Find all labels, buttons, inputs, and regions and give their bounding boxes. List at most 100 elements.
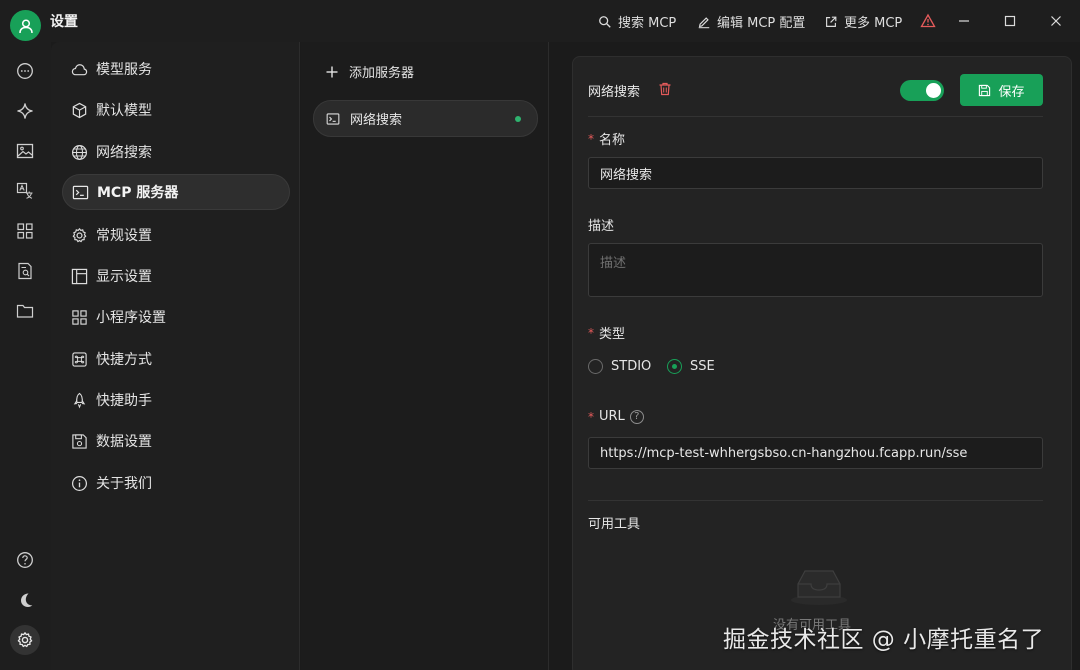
help-icon	[16, 551, 34, 569]
search-mcp-button[interactable]: 搜索 MCP	[598, 12, 676, 31]
grid-icon	[71, 309, 96, 326]
delete-server-button[interactable]	[658, 82, 672, 96]
rail-apps[interactable]	[13, 219, 37, 243]
url-input[interactable]	[588, 437, 1043, 469]
description-label: 描述	[588, 215, 614, 234]
radio-circle-checked	[667, 359, 682, 374]
save-icon	[71, 433, 96, 450]
tools-label: 可用工具	[588, 513, 640, 532]
server-item[interactable]: 网络搜索	[313, 100, 538, 137]
required-mark: *	[588, 131, 594, 146]
radio-label: SSE	[690, 359, 715, 374]
close-icon	[1050, 15, 1062, 27]
gear-icon	[16, 631, 34, 649]
menu-item-default-model[interactable]: 默认模型	[62, 92, 290, 128]
title-bar: 设置 搜索 MCP 编辑 MCP 配置 更多 MCP	[0, 0, 1080, 42]
menu-item-web-search[interactable]: 网络搜索	[62, 134, 290, 170]
main-panel: 网络搜索 保存 * 名称 描述 * 类型	[550, 42, 1080, 670]
server-status-dot	[515, 116, 521, 122]
required-mark: *	[588, 325, 594, 340]
external-link-icon	[824, 15, 838, 29]
folder-icon	[16, 302, 34, 320]
gear-icon	[71, 227, 96, 244]
menu-item-label: MCP 服务器	[97, 185, 179, 201]
info-icon	[71, 475, 96, 492]
name-input[interactable]	[588, 157, 1043, 189]
menu-item-label: 快捷助手	[96, 393, 152, 409]
rail-files[interactable]	[13, 299, 37, 323]
name-label: * 名称	[588, 129, 625, 149]
icon-rail	[0, 42, 51, 670]
edit-icon	[697, 15, 711, 29]
maximize-icon	[1004, 15, 1016, 27]
server-enabled-toggle[interactable]	[900, 80, 944, 101]
save-button[interactable]: 保存	[960, 74, 1043, 106]
add-server-label: 添加服务器	[349, 66, 415, 81]
plus-icon	[325, 65, 339, 79]
rail-translate[interactable]	[13, 179, 37, 203]
type-radio-sse[interactable]: SSE	[667, 359, 715, 374]
cloud-icon	[71, 61, 96, 78]
rail-agents[interactable]	[13, 99, 37, 123]
chat-icon	[16, 62, 34, 80]
user-icon	[17, 17, 35, 35]
question-icon[interactable]: ?	[629, 409, 644, 424]
server-list: 添加服务器 网络搜索	[301, 42, 549, 670]
layout-icon	[71, 268, 96, 285]
rail-knowledge[interactable]	[13, 259, 37, 283]
rocket-icon	[71, 392, 96, 409]
menu-item-label: 关于我们	[96, 476, 152, 492]
menu-item-shortcuts[interactable]: 快捷方式	[62, 341, 290, 377]
rail-help[interactable]	[13, 548, 37, 572]
description-label-text: 描述	[588, 219, 615, 234]
terminal-icon	[326, 112, 340, 126]
rail-settings[interactable]	[10, 625, 40, 655]
menu-item-label: 模型服务	[96, 62, 152, 78]
edit-mcp-config-button[interactable]: 编辑 MCP 配置	[697, 12, 805, 31]
type-radio-stdio[interactable]: STDIO	[588, 359, 651, 374]
divider	[588, 116, 1043, 117]
globe-icon	[71, 144, 96, 161]
more-mcp-button[interactable]: 更多 MCP	[824, 12, 902, 31]
menu-item-about[interactable]: 关于我们	[62, 465, 290, 501]
rail-theme[interactable]	[13, 588, 37, 612]
menu-item-label: 网络搜索	[96, 145, 152, 161]
rail-chat[interactable]	[13, 59, 37, 83]
radio-label: STDIO	[611, 359, 652, 374]
rail-images[interactable]	[13, 139, 37, 163]
trash-icon	[658, 82, 672, 96]
menu-item-quick-assistant[interactable]: 快捷助手	[62, 382, 290, 418]
file-search-icon	[16, 262, 34, 280]
minimize-button[interactable]	[951, 8, 977, 34]
menu-item-label: 常规设置	[96, 228, 152, 244]
menu-item-general-settings[interactable]: 常规设置	[62, 217, 290, 253]
settings-menu: 模型服务 默认模型 网络搜索 MCP 服务器 常规设置 显示设置 小程序设置 快…	[51, 42, 300, 670]
add-server-button[interactable]: 添加服务器	[325, 62, 414, 81]
menu-item-label: 小程序设置	[96, 310, 166, 326]
type-label: * 类型	[588, 323, 626, 343]
terminal-icon	[72, 184, 97, 201]
grid-icon	[16, 222, 34, 240]
edit-mcp-config-label: 编辑 MCP 配置	[717, 16, 806, 31]
more-mcp-label: 更多 MCP	[844, 16, 903, 31]
menu-item-mcp-servers[interactable]: MCP 服务器	[62, 174, 290, 210]
type-label-text: 类型	[599, 327, 626, 342]
close-button[interactable]	[1043, 8, 1069, 34]
menu-item-display-settings[interactable]: 显示设置	[62, 258, 290, 294]
divider	[588, 500, 1043, 501]
required-mark: *	[588, 409, 594, 424]
avatar[interactable]	[10, 10, 41, 41]
command-icon	[71, 351, 96, 368]
menu-item-model-service[interactable]: 模型服务	[62, 51, 290, 87]
save-icon	[978, 84, 991, 97]
menu-item-miniapp-settings[interactable]: 小程序设置	[62, 299, 290, 335]
menu-item-data-settings[interactable]: 数据设置	[62, 423, 290, 459]
maximize-button[interactable]	[997, 8, 1023, 34]
menu-item-label: 默认模型	[96, 103, 152, 119]
save-button-label: 保存	[998, 83, 1025, 99]
description-input[interactable]	[588, 243, 1043, 297]
menu-item-label: 显示设置	[96, 269, 152, 285]
search-mcp-label: 搜索 MCP	[618, 16, 677, 31]
warning-button[interactable]	[915, 8, 941, 34]
menu-item-label: 数据设置	[96, 434, 152, 450]
